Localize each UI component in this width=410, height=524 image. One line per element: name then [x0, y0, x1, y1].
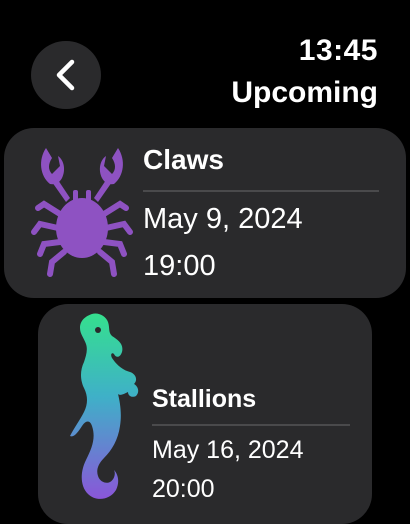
clock-time: 13:45: [298, 34, 378, 67]
event-time: 19:00: [143, 250, 216, 282]
event-date: May 16, 2024: [152, 436, 304, 464]
event-card-claws[interactable]: Claws May 9, 2024 19:00: [4, 128, 406, 298]
crab-icon: [31, 148, 133, 277]
divider: [143, 190, 379, 192]
event-card-stallions[interactable]: Stallions May 16, 2024 20:00: [38, 304, 372, 524]
back-button[interactable]: [31, 41, 101, 109]
event-team-name: Claws: [143, 144, 224, 175]
divider: [152, 424, 350, 426]
page-title: Upcoming: [231, 76, 378, 109]
event-team-name: Stallions: [152, 385, 257, 413]
chevron-left-icon: [56, 59, 75, 91]
event-time: 20:00: [152, 475, 215, 503]
event-date: May 9, 2024: [143, 203, 303, 235]
seahorse-icon: [70, 313, 139, 499]
